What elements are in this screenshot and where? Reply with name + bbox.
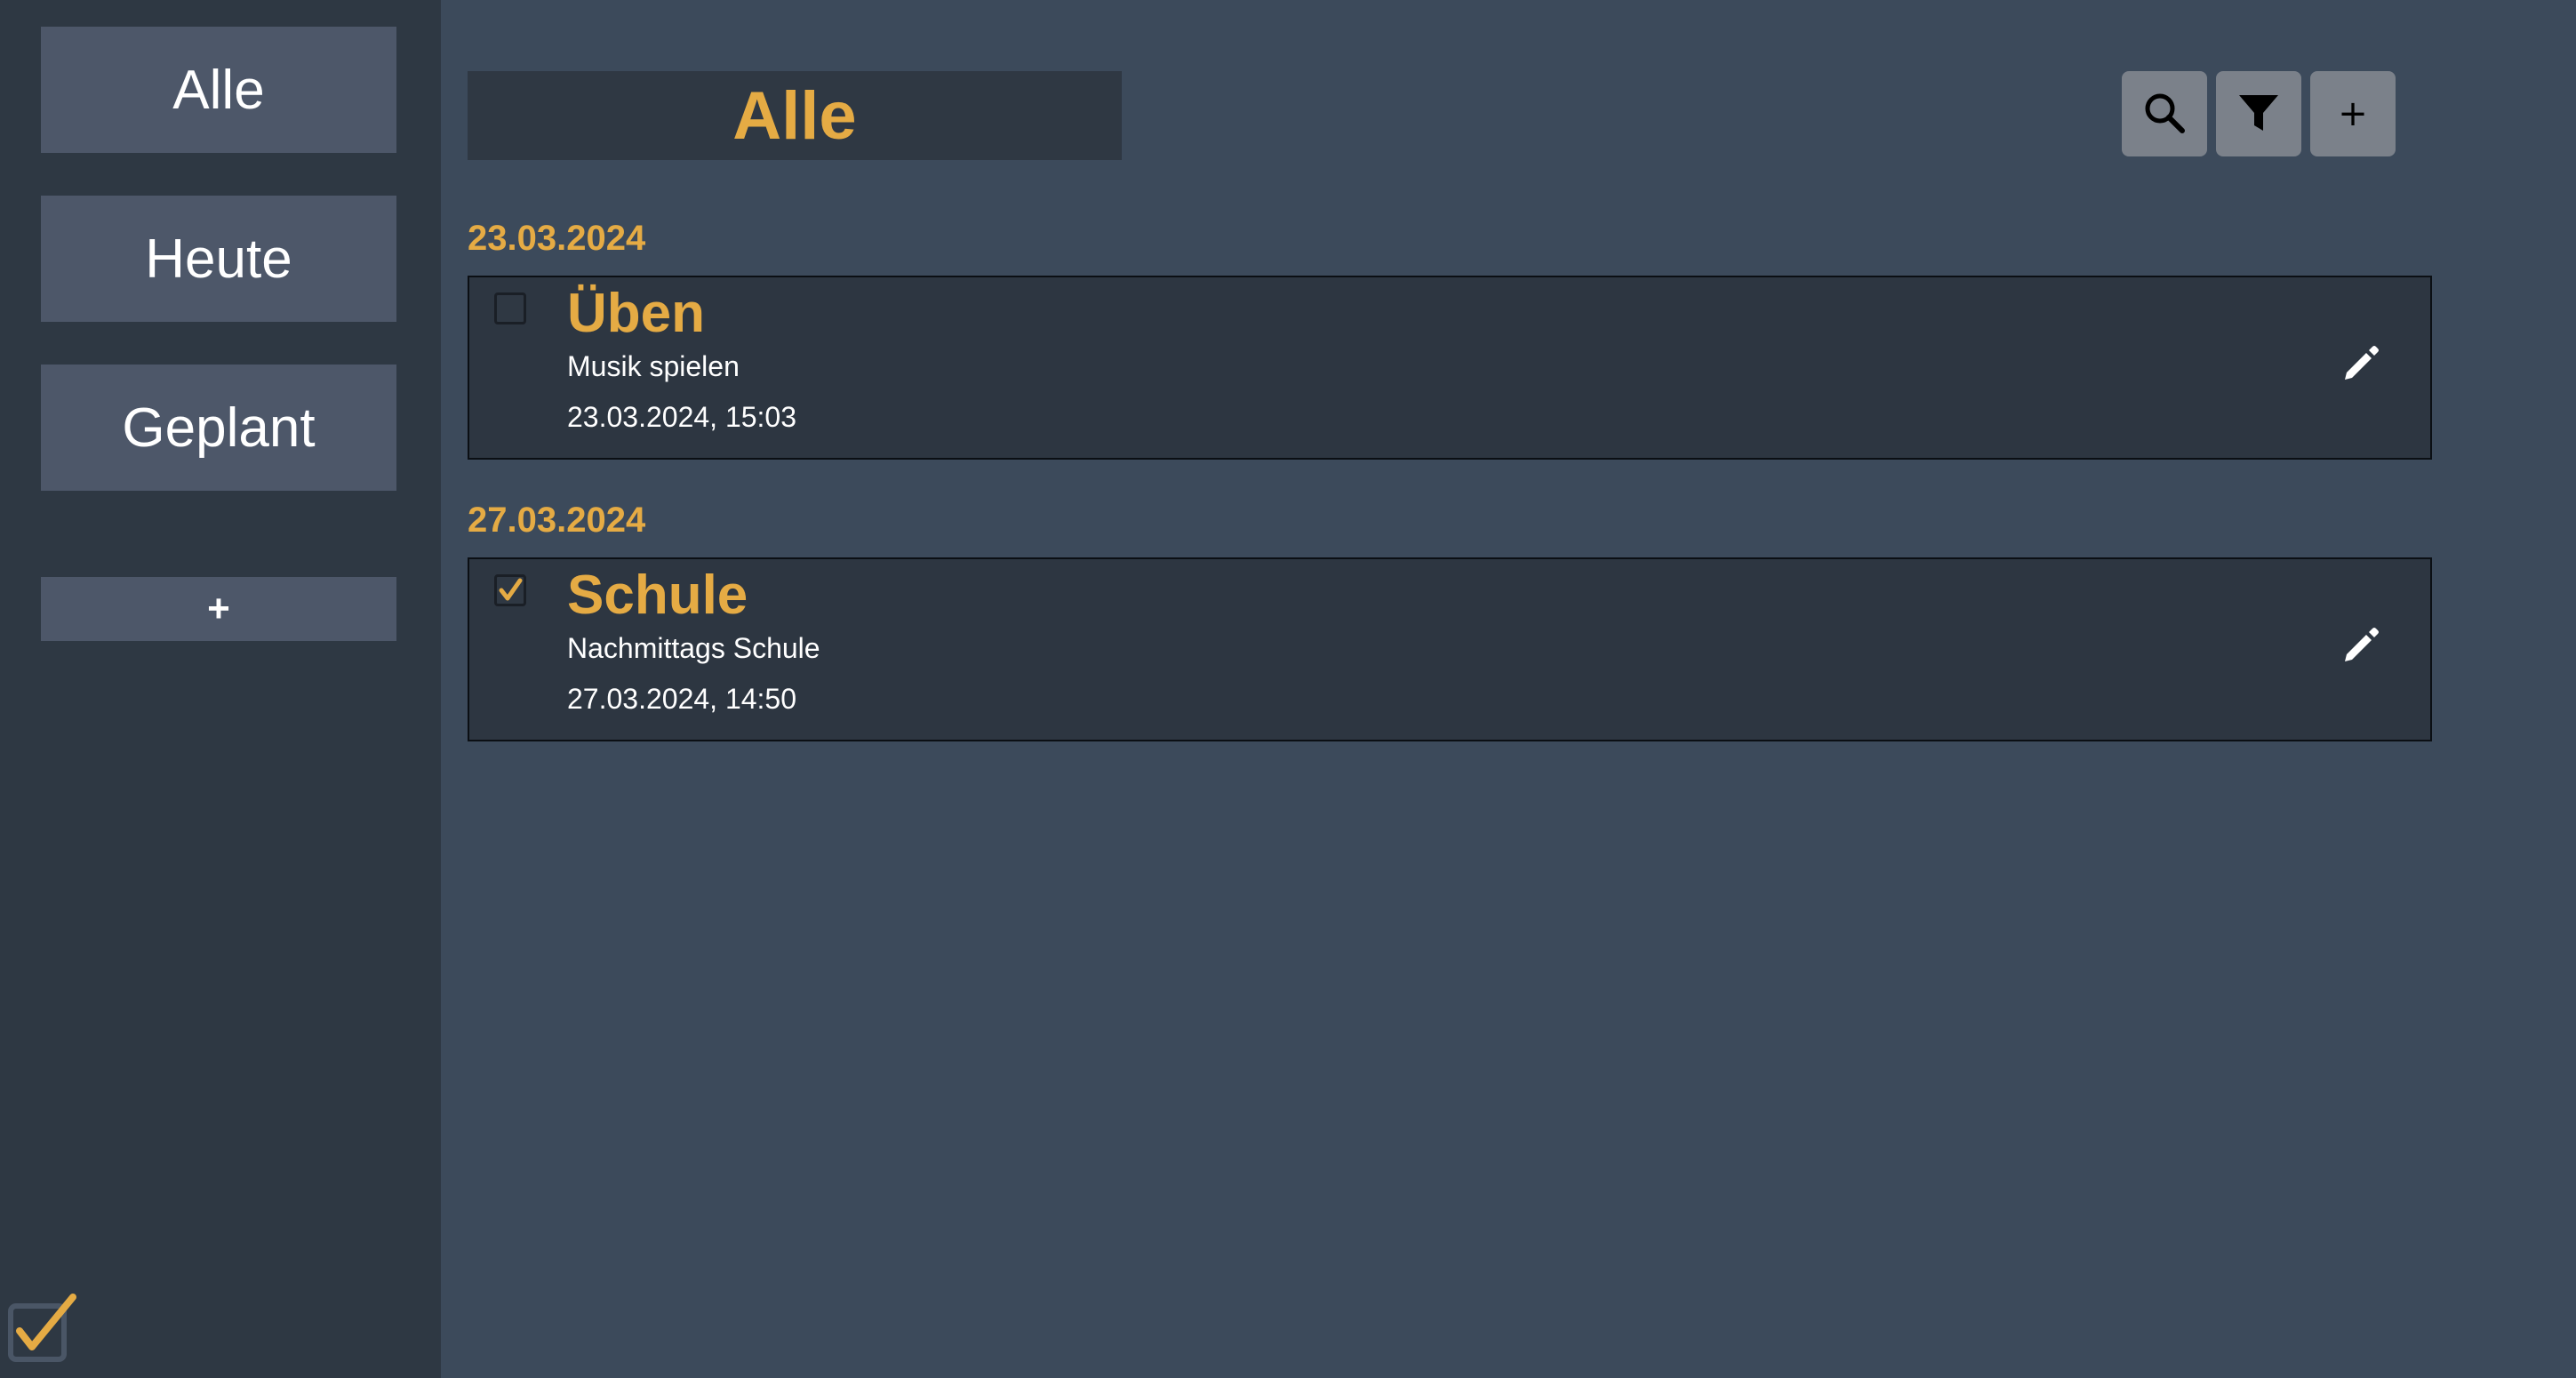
add-task-button[interactable]: + — [2310, 71, 2396, 156]
page-title: Alle — [468, 71, 1122, 160]
main-panel: Alle + 23.03.2024 Üben Musik spielen 23.… — [441, 0, 2576, 1378]
sidebar-item-alle[interactable]: Alle — [41, 27, 396, 153]
add-list-button[interactable]: + — [41, 577, 396, 641]
checkmark-icon — [499, 578, 523, 601]
date-group-header: 23.03.2024 — [468, 219, 646, 258]
task-card[interactable]: Üben Musik spielen 23.03.2024, 15:03 — [468, 276, 2432, 460]
sidebar: Alle Heute Geplant + — [0, 0, 441, 1378]
edit-task-button[interactable] — [2336, 621, 2386, 671]
checkmark-logo-icon — [7, 1294, 78, 1365]
add-task-label: + — [2338, 93, 2368, 134]
pencil-icon — [2340, 624, 2382, 669]
task-card[interactable]: Schule Nachmittags Schule 27.03.2024, 14… — [468, 557, 2432, 741]
task-description: Musik spielen — [567, 350, 740, 382]
filter-icon — [2237, 92, 2280, 137]
task-title: Üben — [567, 283, 705, 344]
edit-task-button[interactable] — [2336, 340, 2386, 389]
task-checkbox-checked[interactable] — [494, 574, 526, 606]
pencil-icon — [2340, 342, 2382, 388]
task-description: Nachmittags Schule — [567, 632, 820, 664]
task-datetime: 27.03.2024, 14:50 — [567, 683, 797, 715]
task-datetime: 23.03.2024, 15:03 — [567, 401, 797, 433]
filter-button[interactable] — [2216, 71, 2301, 156]
search-icon — [2142, 91, 2187, 138]
sidebar-item-heute[interactable]: Heute — [41, 196, 396, 322]
task-title: Schule — [567, 565, 748, 626]
task-checkbox[interactable] — [494, 292, 526, 324]
date-group-header: 27.03.2024 — [468, 501, 646, 540]
search-button[interactable] — [2122, 71, 2207, 156]
sidebar-item-geplant[interactable]: Geplant — [41, 365, 396, 491]
